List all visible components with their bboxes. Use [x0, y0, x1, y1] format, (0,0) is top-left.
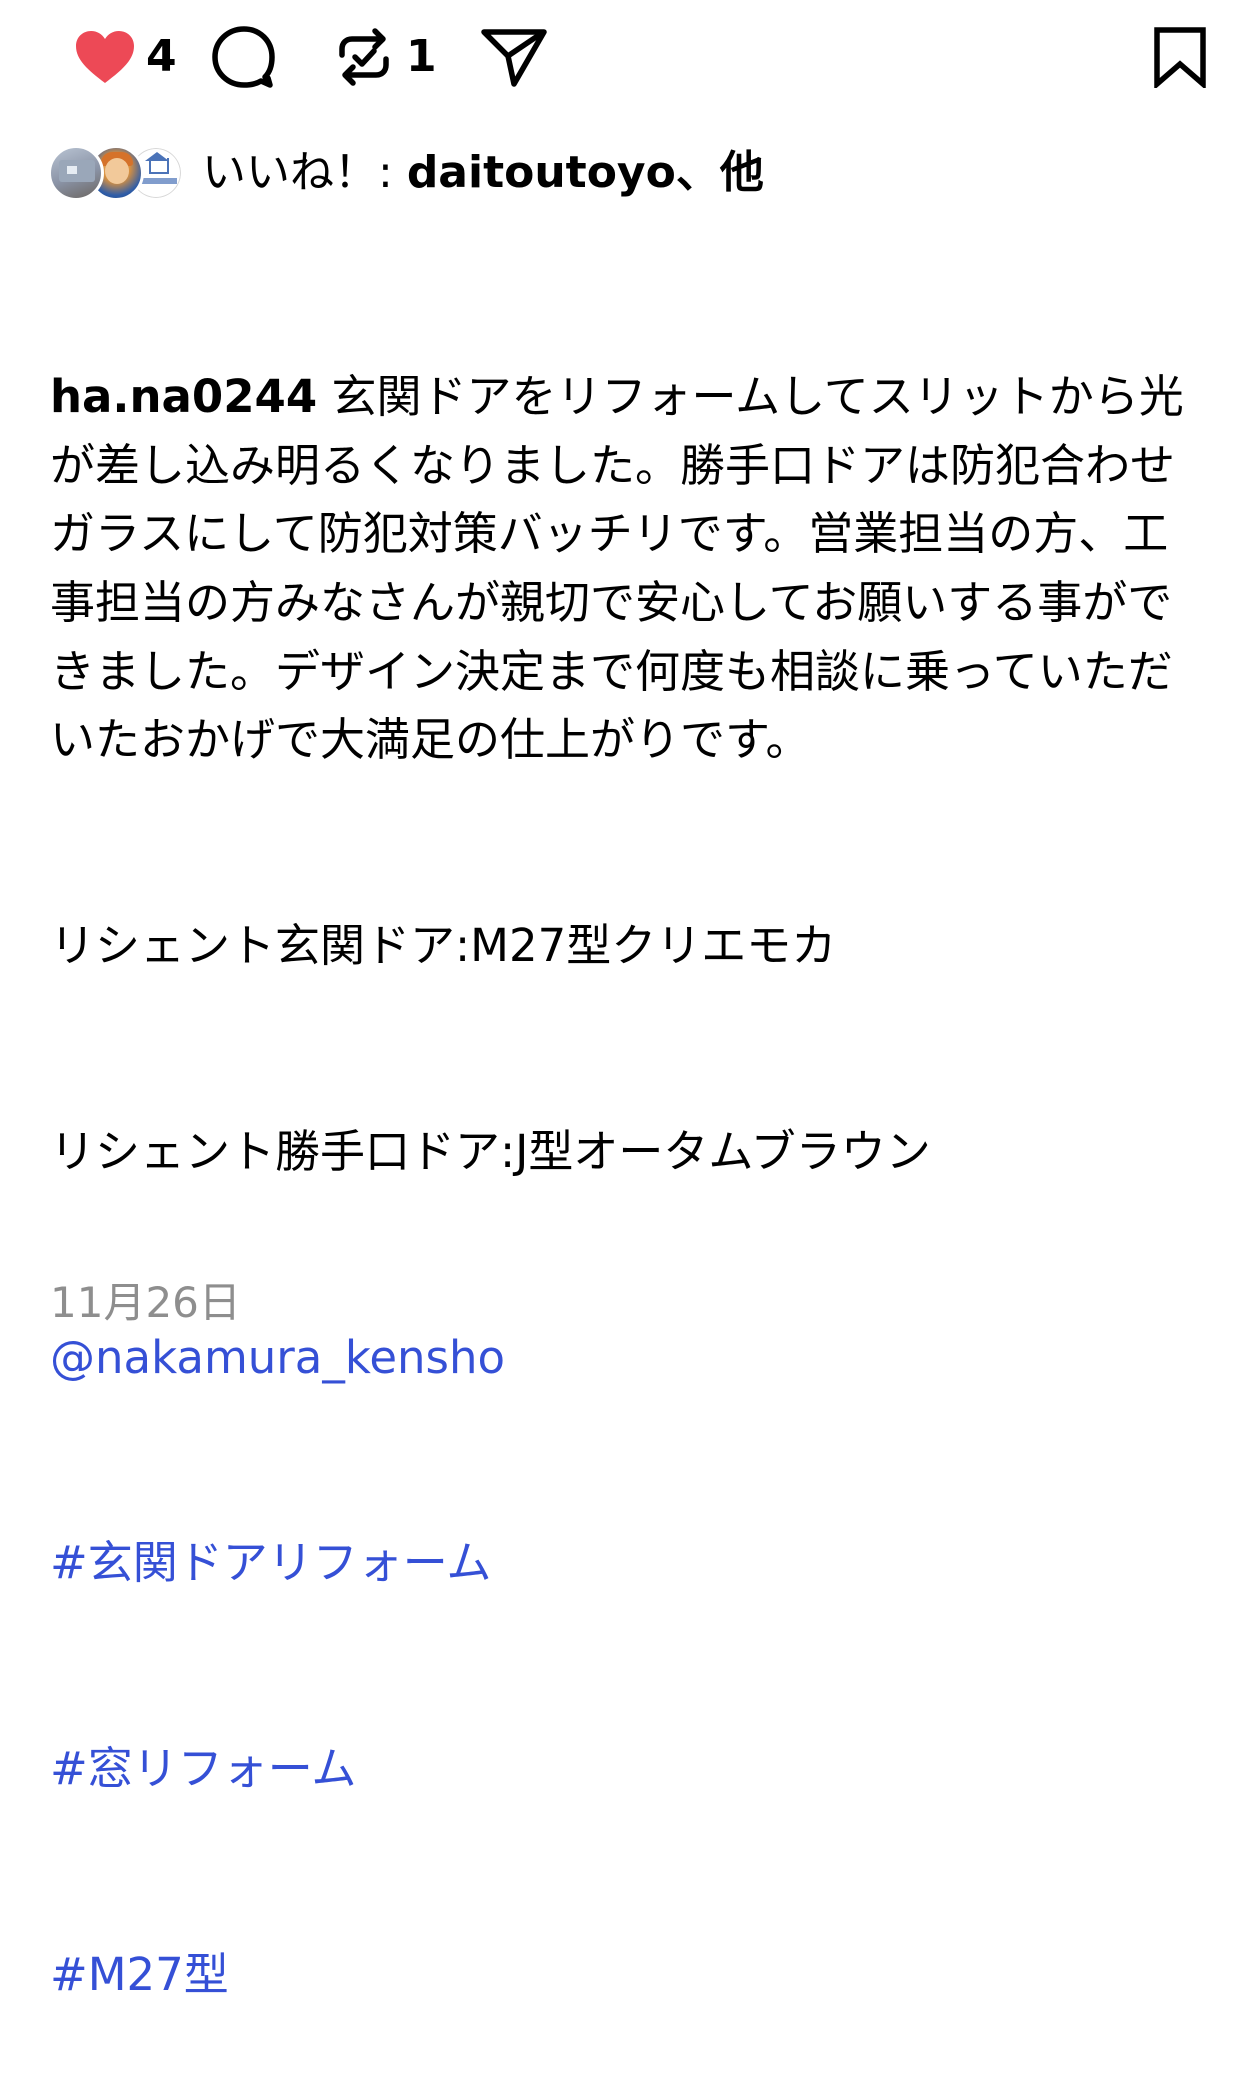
paper-plane-icon [481, 29, 547, 87]
liked-by-username[interactable]: daitoutoyo [407, 147, 676, 198]
caption-text: ha.na0244 玄関ドアをリフォームしてスリットから光が差し込み明るくなりま… [50, 363, 1210, 775]
liked-by-text: いいね！: daitoutoyo、他 [202, 151, 764, 195]
like-button[interactable]: 4 [74, 22, 177, 92]
caption-username[interactable]: ha.na0244 [50, 370, 317, 423]
hashtag-link[interactable]: #M27型 [50, 1941, 1210, 2010]
mention-link[interactable]: @nakamura_kensho [50, 1324, 1210, 1393]
repost-count: 1 [406, 31, 437, 82]
comment-button[interactable] [210, 22, 276, 92]
post-date: 11月26日 [50, 1278, 241, 1327]
heart-filled-icon [76, 31, 134, 83]
liked-by-row[interactable]: いいね！: daitoutoyo、他 [48, 138, 764, 208]
caption-body: 玄関ドアをリフォームしてスリットから光が差し込み明るくなりました。勝手口ドアは防… [50, 370, 1184, 767]
like-count: 4 [146, 31, 177, 82]
share-button[interactable] [480, 22, 548, 92]
liked-by-others[interactable]: 、他 [676, 147, 764, 198]
bookmark-icon [1154, 27, 1206, 88]
repost-button[interactable]: 1 [332, 22, 437, 92]
liked-by-prefix: いいね！: [202, 147, 407, 198]
product-line: リシェント玄関ドア:M27型クリエモカ [50, 918, 837, 972]
hashtag-link[interactable]: #玄関ドアリフォーム [50, 1529, 1210, 1598]
post-action-bar: 4 1 [48, 22, 1218, 92]
avatar [48, 145, 104, 201]
hashtag-link[interactable]: #窓リフォーム [50, 1735, 1210, 1804]
liked-by-avatars [48, 145, 184, 201]
post-caption: ha.na0244 玄関ドアをリフォームしてスリットから光が差し込み明るくなりま… [50, 226, 1210, 2078]
product-line: リシェント勝手口ドア:J型オータムブラウン [50, 1124, 931, 1178]
comment-bubble-icon [212, 26, 275, 88]
repost-icon [339, 28, 389, 86]
save-button[interactable] [1152, 22, 1208, 92]
